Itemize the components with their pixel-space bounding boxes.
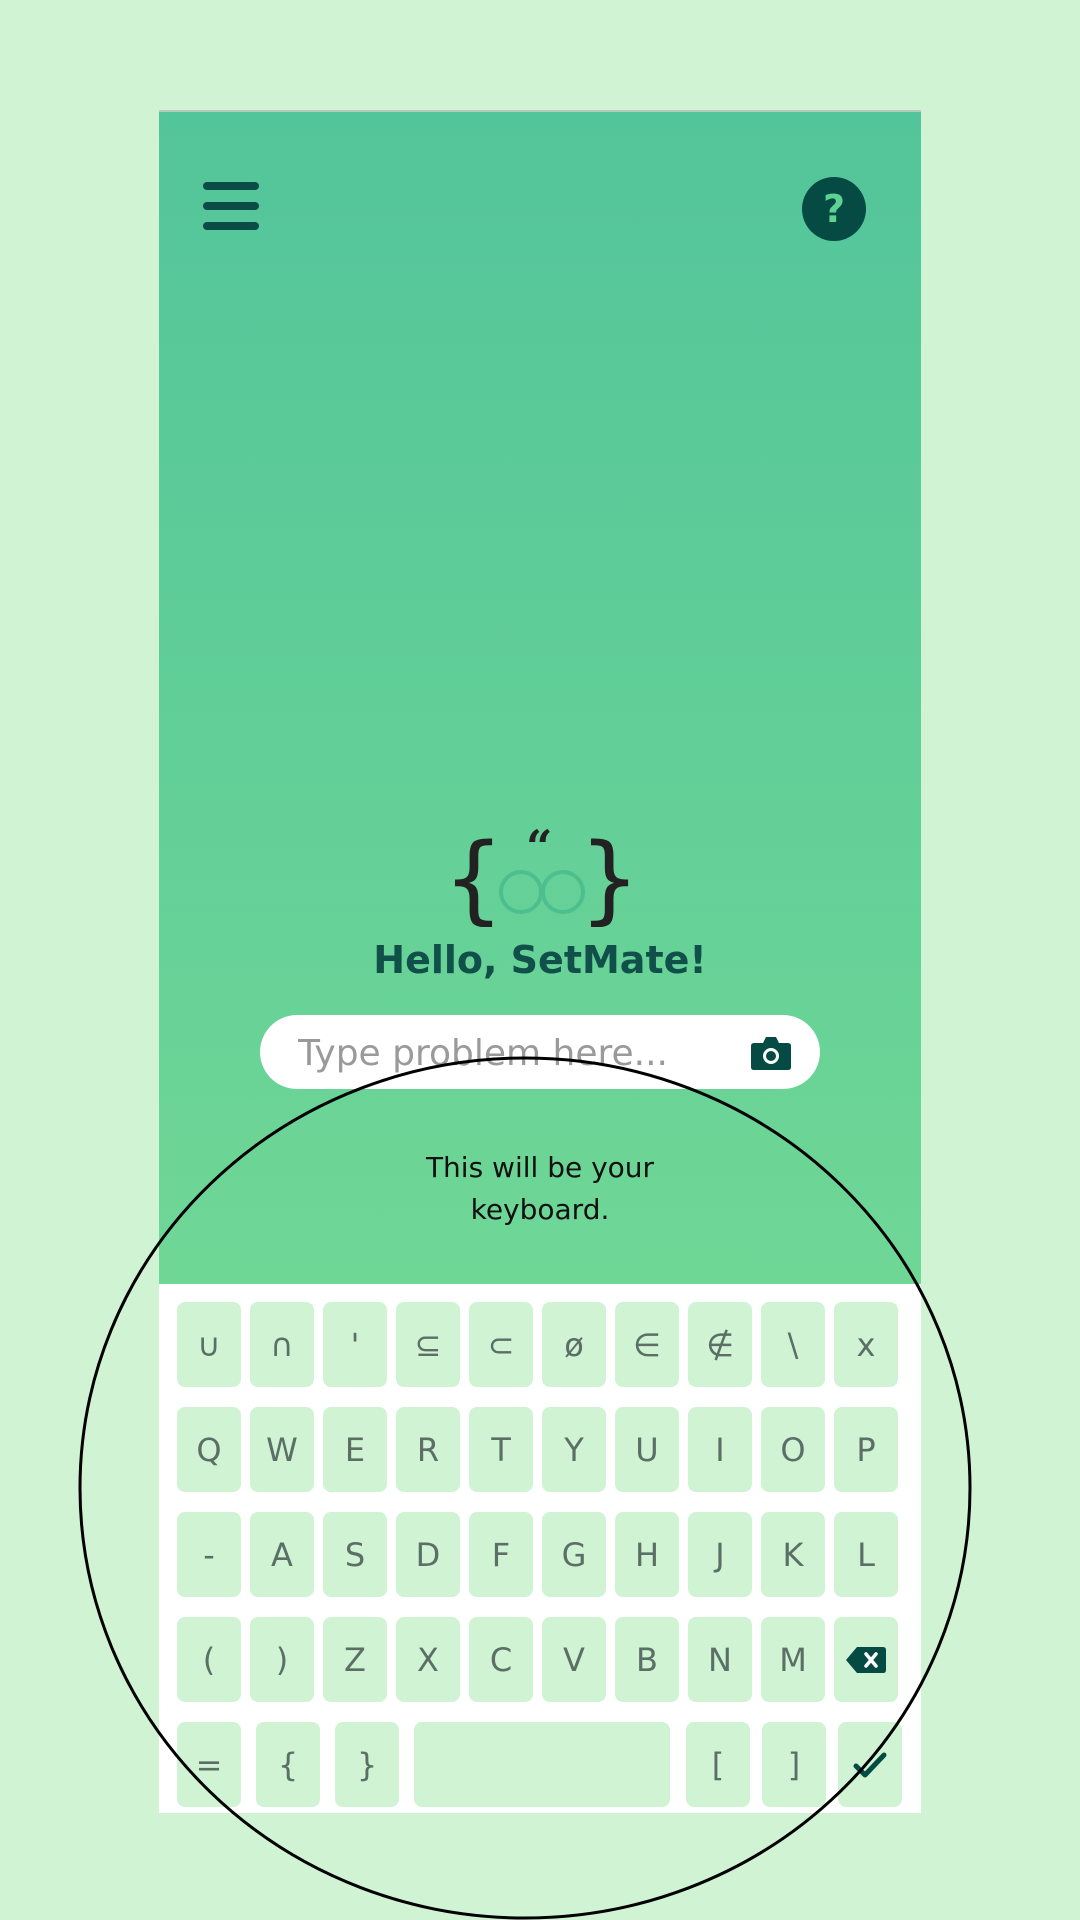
help-button[interactable]: ? xyxy=(802,177,866,241)
key-u[interactable]: U xyxy=(615,1407,679,1492)
key-z[interactable]: Z xyxy=(323,1617,387,1702)
key-e[interactable]: E xyxy=(323,1407,387,1492)
backspace-key[interactable] xyxy=(834,1617,898,1702)
key-d[interactable]: D xyxy=(396,1512,460,1597)
key-open-paren[interactable]: ( xyxy=(177,1617,241,1702)
key-prime[interactable]: ' xyxy=(323,1302,387,1387)
check-icon xyxy=(853,1752,887,1777)
key-element-of[interactable]: ∈ xyxy=(615,1302,679,1387)
key-f[interactable]: F xyxy=(469,1512,533,1597)
key-k[interactable]: K xyxy=(761,1512,825,1597)
key-empty-set[interactable]: ø xyxy=(542,1302,606,1387)
key-j[interactable]: J xyxy=(688,1512,752,1597)
right-brace-glyph: } xyxy=(579,823,640,927)
key-subset[interactable]: ⊂ xyxy=(469,1302,533,1387)
key-y[interactable]: Y xyxy=(542,1407,606,1492)
left-eye xyxy=(499,870,543,914)
quote-glyph: “ xyxy=(526,820,552,874)
keyboard-note-line1: This will be your xyxy=(425,1151,655,1184)
key-o[interactable]: O xyxy=(761,1407,825,1492)
space-key[interactable] xyxy=(414,1722,670,1807)
keyboard-note: This will be your keyboard. xyxy=(159,1147,921,1231)
key-r[interactable]: R xyxy=(396,1407,460,1492)
key-s[interactable]: S xyxy=(323,1512,387,1597)
key-i[interactable]: I xyxy=(688,1407,752,1492)
key-l[interactable]: L xyxy=(834,1512,898,1597)
key-t[interactable]: T xyxy=(469,1407,533,1492)
key-subset-equal[interactable]: ⊆ xyxy=(396,1302,460,1387)
key-equals[interactable]: = xyxy=(177,1722,241,1807)
key-x[interactable]: x xyxy=(834,1302,898,1387)
key-q[interactable]: Q xyxy=(177,1407,241,1492)
key-intersection[interactable]: ∩ xyxy=(250,1302,314,1387)
greeting-title: Hello, SetMate! xyxy=(373,938,707,982)
key-n[interactable]: N xyxy=(688,1617,752,1702)
phone-screen: ? { } “ Hello, SetMate! This will be you… xyxy=(159,110,921,1813)
problem-input[interactable] xyxy=(296,1025,730,1081)
key-close-brace[interactable]: } xyxy=(335,1722,399,1807)
enter-key[interactable] xyxy=(838,1722,902,1807)
key-minus[interactable]: - xyxy=(177,1512,241,1597)
key-g[interactable]: G xyxy=(542,1512,606,1597)
key-set-difference[interactable]: \ xyxy=(761,1302,825,1387)
key-b[interactable]: B xyxy=(615,1617,679,1702)
camera-icon[interactable] xyxy=(750,1035,792,1071)
key-x-letter[interactable]: X xyxy=(396,1617,460,1702)
left-brace-glyph: { xyxy=(443,823,504,927)
key-close-paren[interactable]: ) xyxy=(250,1617,314,1702)
problem-input-box xyxy=(260,1015,820,1089)
key-close-bracket[interactable]: ] xyxy=(762,1722,826,1807)
app-background: ? { } “ Hello, SetMate! This will be you… xyxy=(159,112,921,1284)
key-h[interactable]: H xyxy=(615,1512,679,1597)
key-v[interactable]: V xyxy=(542,1617,606,1702)
key-c[interactable]: C xyxy=(469,1617,533,1702)
key-union[interactable]: ∪ xyxy=(177,1302,241,1387)
key-open-bracket[interactable]: [ xyxy=(686,1722,750,1807)
key-not-element-of[interactable]: ∉ xyxy=(688,1302,752,1387)
key-m[interactable]: M xyxy=(761,1617,825,1702)
key-open-brace[interactable]: { xyxy=(256,1722,320,1807)
setmate-logo: { } “ xyxy=(443,820,640,927)
hamburger-menu-icon[interactable] xyxy=(203,182,259,232)
backspace-icon xyxy=(846,1646,886,1673)
key-p[interactable]: P xyxy=(834,1407,898,1492)
key-a[interactable]: A xyxy=(250,1512,314,1597)
help-icon: ? xyxy=(822,187,846,231)
keyboard-note-line2: keyboard. xyxy=(470,1193,610,1226)
key-w[interactable]: W xyxy=(250,1407,314,1492)
on-screen-keyboard: ∪ ∩ ' ⊆ ⊂ ø ∈ ∉ \ x Q W E R T Y U I O P … xyxy=(159,1284,921,1813)
right-eye xyxy=(541,870,585,914)
